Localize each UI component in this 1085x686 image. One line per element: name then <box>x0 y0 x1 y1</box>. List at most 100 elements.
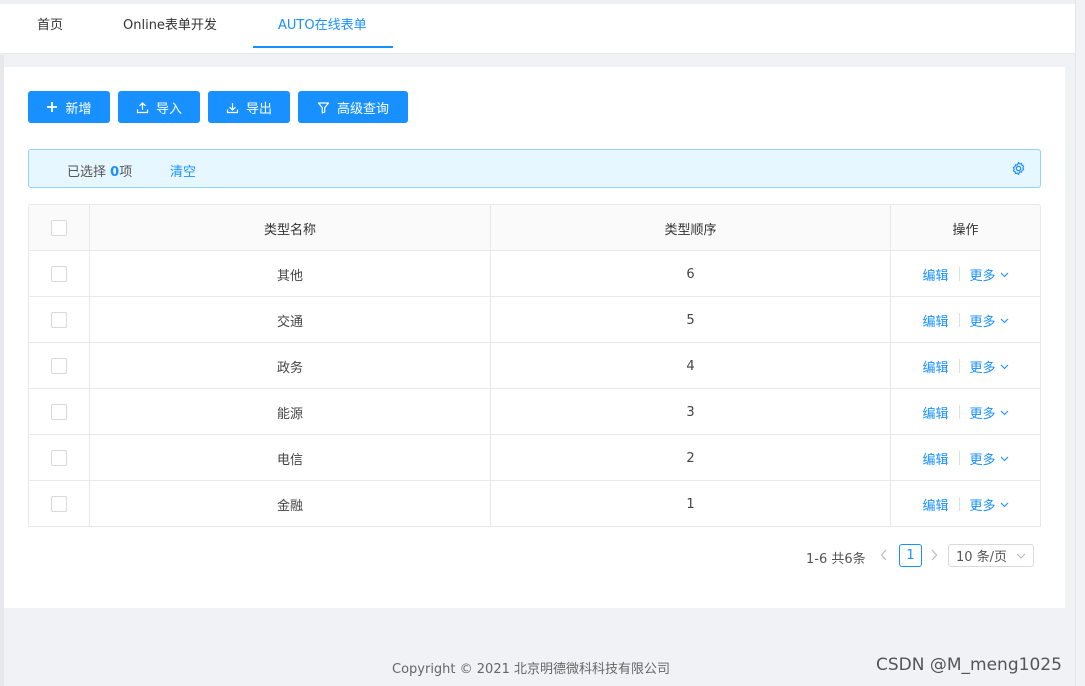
import-button[interactable]: 导入 <box>118 91 200 123</box>
scrollbar-track[interactable] <box>1075 0 1085 686</box>
type-order-cell: 4 <box>491 343 891 389</box>
selection-prefix: 已选择 <box>67 165 111 180</box>
row-checkbox[interactable] <box>51 450 67 466</box>
row-checkbox[interactable] <box>51 266 67 282</box>
select-all-checkbox[interactable] <box>51 220 67 236</box>
edit-link[interactable]: 编辑 <box>922 311 948 330</box>
row-actions: 编辑 更多 <box>891 435 1040 481</box>
advanced-query-label: 高级查询 <box>336 101 389 117</box>
export-button[interactable]: 导出 <box>208 91 290 123</box>
chevron-down-icon <box>1000 451 1009 466</box>
import-button-label: 导入 <box>155 101 182 117</box>
row-actions: 编辑 更多 <box>891 481 1040 526</box>
chevron-down-icon <box>1000 405 1009 420</box>
column-header-actions: 操作 <box>952 222 979 238</box>
type-name-cell: 金融 <box>90 481 491 526</box>
table-header-row: 类型名称 类型顺序 操作 <box>29 205 1040 251</box>
settings-gear-icon[interactable] <box>1011 161 1026 180</box>
tab-auto-online-form[interactable]: AUTO在线表单 <box>278 4 367 48</box>
more-label: 更多 <box>969 268 996 284</box>
table-row: 能源 3 编辑 更多 <box>29 389 1040 435</box>
type-order-cell: 1 <box>491 481 891 526</box>
table-row: 其他 6 编辑 更多 <box>29 251 1040 297</box>
action-divider <box>958 405 960 419</box>
more-label: 更多 <box>969 360 996 376</box>
more-dropdown[interactable]: 更多 <box>970 449 1009 468</box>
row-select-cell <box>29 389 90 435</box>
row-actions: 编辑 更多 <box>891 251 1040 297</box>
more-dropdown[interactable]: 更多 <box>970 357 1009 376</box>
edit-link[interactable]: 编辑 <box>922 403 948 422</box>
table-row: 政务 4 编辑 更多 <box>29 343 1040 389</box>
more-dropdown[interactable]: 更多 <box>970 403 1009 422</box>
tab-bar: 首页 Online表单开发 AUTO在线表单 <box>0 4 1075 54</box>
selection-info: 已选择 0项 <box>67 161 132 180</box>
more-label: 更多 <box>969 314 996 330</box>
more-dropdown[interactable]: 更多 <box>970 311 1009 330</box>
row-checkbox[interactable] <box>51 358 67 374</box>
pagination-total: 1-6 共6条 <box>806 552 866 567</box>
filter-icon <box>317 101 330 114</box>
content-card: 新增 导入 导出 高级查询 已选择 0项 清空 类型名称 类型顺序 操作 其他 … <box>4 67 1065 608</box>
clear-selection-link[interactable]: 清空 <box>170 161 196 180</box>
prev-page-icon[interactable] <box>880 548 888 566</box>
type-name-cell: 交通 <box>90 297 491 343</box>
type-order-cell: 6 <box>491 251 891 297</box>
footer-copyright: Copyright © 2021 北京明德微科科技有限公司 <box>392 662 671 677</box>
edit-link[interactable]: 编辑 <box>922 265 948 284</box>
table-row: 金融 1 编辑 更多 <box>29 481 1040 526</box>
selection-count: 0 <box>110 165 120 180</box>
tab-home[interactable]: 首页 <box>37 4 63 48</box>
selection-alert: 已选择 0项 清空 <box>28 149 1041 188</box>
row-checkbox[interactable] <box>51 404 67 420</box>
type-order-cell: 3 <box>491 389 891 435</box>
next-page-icon[interactable] <box>930 548 938 566</box>
page-size-label: 10 条/页 <box>956 550 1008 565</box>
add-button-label: 新增 <box>65 101 92 117</box>
more-dropdown[interactable]: 更多 <box>970 495 1009 514</box>
type-order-cell: 2 <box>491 435 891 481</box>
action-divider <box>958 359 960 373</box>
row-select-cell <box>29 297 90 343</box>
page-size-select[interactable]: 10 条/页 <box>948 544 1034 567</box>
column-header-type-name[interactable]: 类型名称 <box>90 205 491 251</box>
chevron-down-icon <box>1000 313 1009 328</box>
type-name-cell: 电信 <box>90 435 491 481</box>
row-checkbox[interactable] <box>51 496 67 512</box>
chevron-down-icon <box>1016 548 1026 563</box>
type-name-cell: 政务 <box>90 343 491 389</box>
page-1-button[interactable]: 1 <box>899 544 922 567</box>
edit-link[interactable]: 编辑 <box>922 449 948 468</box>
row-actions: 编辑 更多 <box>891 297 1040 343</box>
export-button-label: 导出 <box>245 101 272 117</box>
column-header-type-order[interactable]: 类型顺序 <box>491 205 891 251</box>
select-all-cell <box>29 205 90 251</box>
row-actions: 编辑 更多 <box>891 389 1040 435</box>
row-select-cell <box>29 435 90 481</box>
chevron-down-icon <box>1000 359 1009 374</box>
add-button[interactable]: 新增 <box>28 91 110 123</box>
type-name-cell: 能源 <box>90 389 491 435</box>
row-select-cell <box>29 481 90 526</box>
more-dropdown[interactable]: 更多 <box>970 265 1009 284</box>
download-icon <box>226 101 239 114</box>
chevron-down-icon <box>1000 497 1009 512</box>
chevron-down-icon <box>1000 267 1009 282</box>
table-row: 交通 5 编辑 更多 <box>29 297 1040 343</box>
selection-suffix: 项 <box>119 165 133 180</box>
data-table: 类型名称 类型顺序 操作 其他 6 编辑 更多 交通 5 编辑 更多 政务 4 … <box>28 204 1041 527</box>
advanced-query-button[interactable]: 高级查询 <box>298 91 408 123</box>
upload-icon <box>136 101 149 114</box>
active-tab-indicator <box>253 46 393 48</box>
row-checkbox[interactable] <box>51 312 67 328</box>
edit-link[interactable]: 编辑 <box>922 357 948 376</box>
more-label: 更多 <box>969 452 996 468</box>
action-divider <box>958 451 960 465</box>
more-label: 更多 <box>969 406 996 422</box>
tab-online-form-dev[interactable]: Online表单开发 <box>123 4 217 48</box>
row-select-cell <box>29 343 90 389</box>
edit-link[interactable]: 编辑 <box>922 495 948 514</box>
type-order-cell: 5 <box>491 297 891 343</box>
action-divider <box>958 313 960 327</box>
row-select-cell <box>29 251 90 297</box>
